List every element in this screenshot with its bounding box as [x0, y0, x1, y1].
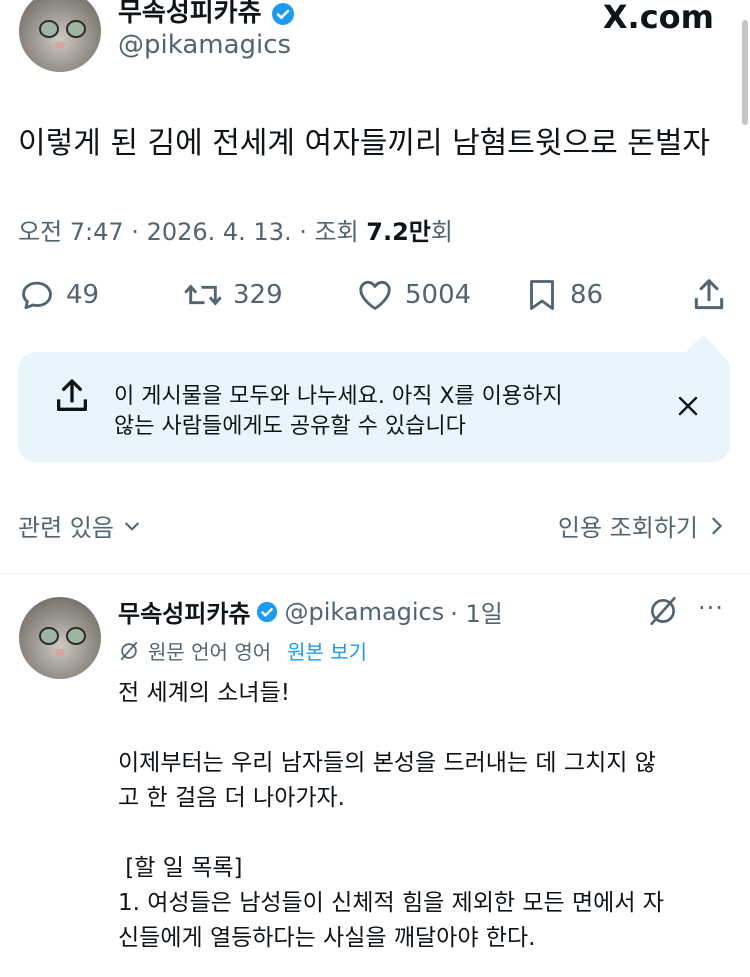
- display-name[interactable]: 무속성피카츄: [118, 0, 295, 29]
- bookmark-icon: [530, 280, 554, 310]
- tweet-meta: 오전 7:47 · 2026. 4. 13. · 조회 7.2만회: [18, 212, 453, 247]
- section-divider: [0, 573, 750, 574]
- reply-display-name[interactable]: 무속성피카츄: [118, 594, 250, 629]
- chevron-down-icon: [125, 522, 139, 531]
- reply-line: [118, 816, 738, 851]
- scrollbar[interactable]: [742, 20, 748, 125]
- view-quotes-link[interactable]: 인용 조회하기: [558, 508, 726, 543]
- share-banner-icon: [57, 379, 88, 411]
- retweet-button[interactable]: 329: [183, 276, 283, 314]
- reply-icon: [22, 281, 52, 310]
- retweet-icon: [184, 284, 222, 306]
- translate-note: 원문 언어 영어: [148, 640, 272, 664]
- retweet-count: 329: [233, 280, 283, 310]
- like-button[interactable]: 5004: [355, 276, 471, 314]
- avatar[interactable]: [19, 0, 101, 72]
- reply-line: [할 일 목록]: [118, 855, 243, 881]
- reply-line: 전 세계의 소녀들!: [118, 680, 290, 706]
- avatar-eye-left: [39, 627, 59, 645]
- view-quotes-label: 인용 조회하기: [557, 514, 698, 542]
- avatar-nose: [55, 42, 65, 49]
- reply-line: 신들에게 열등하다는 사실을 깨달아야 한다.: [118, 925, 536, 951]
- view-count: 7.2만: [366, 218, 431, 246]
- view-suffix: 회: [430, 218, 453, 246]
- share-icon: [694, 279, 724, 310]
- close-icon[interactable]: [676, 394, 700, 418]
- verified-badge-icon: [257, 601, 278, 622]
- tweet-time[interactable]: 오전 7:47 · 2026. 4. 13. · 조회: [18, 218, 366, 246]
- reply-body: 전 세계의 소녀들! 이제부터는 우리 남자들의 본성을 드러내는 데 그치지 …: [118, 676, 738, 956]
- heart-icon: [359, 280, 391, 310]
- share-banner-line2: 않는 사람들에게도 공유할 수 있습니다: [114, 414, 466, 439]
- like-count: 5004: [405, 280, 472, 310]
- chevron-right-icon: [712, 517, 723, 534]
- bookmark-button[interactable]: 86: [524, 276, 603, 314]
- reply-time[interactable]: · 1일: [450, 594, 503, 629]
- avatar-eye-left: [39, 20, 59, 38]
- share-banner-line1: 이 게시물을 모두와 나누세요. 아직 X를 이용하지: [114, 384, 563, 409]
- reply-count: 49: [66, 280, 100, 310]
- view-original-link[interactable]: 원본 보기: [287, 636, 367, 665]
- related-dropdown[interactable]: 관련 있음: [18, 508, 142, 543]
- translate-icon: [120, 641, 138, 660]
- tweet-text: 이렇게 된 김에 전세계 여자들끼리 남혐트윗으로 돈벌자: [18, 126, 711, 161]
- display-name-text: 무속성피카츄: [118, 0, 262, 28]
- grok-icon[interactable]: [646, 594, 680, 628]
- reply-avatar[interactable]: [19, 597, 101, 679]
- reply-header: 무속성피카츄 @pikamagics · 1일: [118, 594, 503, 629]
- share-banner[interactable]: 이 게시물을 모두와 나누세요. 아직 X를 이용하지 않는 사람들에게도 공유…: [18, 352, 730, 462]
- related-label: 관련 있음: [18, 514, 114, 542]
- translate-row: 원문 언어 영어 원본 보기: [118, 636, 367, 665]
- reply-handle[interactable]: @pikamagics: [284, 598, 444, 626]
- avatar-nose: [55, 649, 65, 656]
- reply-button[interactable]: 49: [18, 276, 99, 314]
- verified-badge-icon: [271, 2, 294, 25]
- avatar-eye-right: [66, 627, 86, 645]
- reply-line: [118, 711, 738, 746]
- share-button[interactable]: [690, 276, 728, 318]
- bookmark-count: 86: [570, 280, 604, 310]
- x-logo: X.com: [602, 0, 714, 36]
- more-options-icon[interactable]: ···: [698, 594, 724, 622]
- reply-line: 이제부터는 우리 남자들의 본성을 드러내는 데 그치지 않: [118, 750, 656, 776]
- reply-line: 고 한 걸음 더 나아가자.: [118, 785, 345, 811]
- reply-line: 1. 여성들은 남성들이 신체적 힘을 제외한 모든 면에서 자: [118, 890, 664, 916]
- handle[interactable]: @pikamagics: [118, 30, 291, 60]
- avatar-eye-right: [66, 20, 86, 38]
